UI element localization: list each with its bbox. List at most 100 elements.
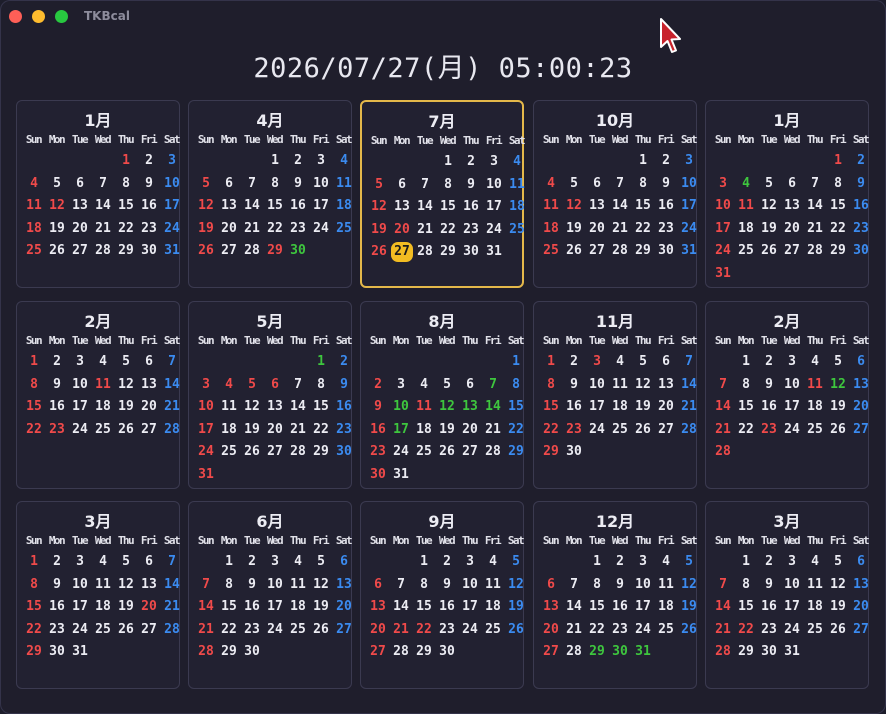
calendar-day[interactable]: 2 [758,352,780,372]
calendar-day[interactable]: 13 [138,575,160,595]
calendar-day[interactable]: 9 [333,375,355,395]
calendar-day[interactable]: 24 [678,219,700,239]
calendar-day[interactable]: 11 [482,575,504,595]
calendar-day[interactable]: 6 [264,375,286,395]
calendar-day[interactable]: 30 [367,465,389,485]
calendar-day[interactable]: 20 [781,219,803,239]
calendar-day[interactable]: 12 [310,575,332,595]
calendar-day[interactable]: 4 [609,352,631,372]
calendar-day[interactable]: 19 [758,219,780,239]
calendar-day[interactable]: 23 [138,219,160,239]
calendar-day[interactable]: 3 [310,151,332,171]
calendar-day[interactable]: 7 [712,575,734,595]
calendar-day[interactable]: 27 [333,620,355,640]
calendar-day[interactable]: 17 [310,196,332,216]
calendar-day[interactable]: 5 [632,352,654,372]
calendar-day[interactable]: 23 [333,420,355,440]
calendar-day[interactable]: 1 [23,552,45,572]
calendar-day[interactable]: 7 [241,174,263,194]
calendar-day[interactable]: 9 [287,174,309,194]
calendar-day[interactable]: 24 [459,620,481,640]
calendar-day[interactable]: 8 [310,375,332,395]
calendar-day[interactable]: 14 [678,375,700,395]
calendar-day[interactable]: 14 [482,397,504,417]
calendar-day[interactable]: 13 [586,196,608,216]
calendar-day[interactable]: 23 [563,420,585,440]
calendar-day[interactable]: 9 [460,175,482,195]
calendar-day[interactable]: 6 [367,575,389,595]
calendar-day[interactable]: 26 [195,241,217,261]
calendar-day[interactable]: 7 [92,174,114,194]
calendar-day[interactable]: 11 [218,397,240,417]
calendar-day[interactable]: 25 [333,219,355,239]
calendar-day[interactable]: 7 [482,375,504,395]
calendar-day[interactable]: 30 [241,642,263,662]
calendar-day[interactable]: 28 [563,642,585,662]
calendar-day[interactable]: 22 [310,420,332,440]
calendar-day[interactable]: 24 [712,241,734,261]
calendar-day[interactable]: 19 [563,219,585,239]
calendar-day[interactable]: 30 [138,241,160,261]
calendar-day[interactable]: 19 [195,219,217,239]
calendar-day[interactable]: 6 [850,552,872,572]
calendar-day[interactable]: 6 [781,174,803,194]
calendar-day[interactable]: 25 [92,620,114,640]
calendar-day[interactable]: 28 [609,241,631,261]
calendar-day[interactable]: 27 [586,241,608,261]
calendar-day[interactable]: 25 [804,620,826,640]
calendar-day[interactable]: 4 [413,375,435,395]
calendar-day[interactable]: 6 [850,352,872,372]
calendar-day[interactable]: 7 [287,375,309,395]
calendar-day[interactable]: 16 [367,420,389,440]
calendar-day[interactable]: 11 [413,397,435,417]
calendar-day[interactable]: 3 [781,352,803,372]
calendar-day[interactable]: 23 [46,620,68,640]
calendar-day[interactable]: 26 [368,242,390,262]
calendar-day[interactable]: 25 [655,620,677,640]
calendar-day[interactable]: 6 [459,375,481,395]
calendar-day[interactable]: 8 [437,175,459,195]
calendar-day[interactable]: 30 [563,442,585,462]
calendar-day[interactable]: 20 [138,597,160,617]
calendar-day[interactable]: 2 [850,151,872,171]
calendar-day[interactable]: 18 [287,597,309,617]
calendar-day[interactable]: 5 [368,175,390,195]
calendar-day[interactable]: 28 [804,241,826,261]
calendar-day[interactable]: 23 [460,220,482,240]
calendar-day[interactable]: 1 [218,552,240,572]
calendar-day[interactable]: 2 [436,552,458,572]
calendar-day[interactable]: 7 [414,175,436,195]
calendar-day[interactable]: 28 [241,241,263,261]
calendar-day[interactable]: 4 [92,552,114,572]
calendar-day[interactable]: 15 [735,397,757,417]
calendar-day[interactable]: 12 [563,196,585,216]
calendar-day[interactable]: 25 [482,620,504,640]
calendar-day[interactable]: 6 [586,174,608,194]
calendar-day[interactable]: 22 [115,219,137,239]
calendar-day[interactable]: 29 [632,241,654,261]
calendar-day[interactable]: 31 [712,264,734,284]
calendar-day[interactable]: 17 [69,397,91,417]
calendar-day[interactable]: 21 [712,620,734,640]
calendar-day[interactable]: 18 [540,219,562,239]
calendar-day[interactable]: 5 [436,375,458,395]
calendar-day[interactable]: 12 [758,196,780,216]
calendar-day[interactable]: 31 [781,642,803,662]
calendar-day[interactable]: 15 [23,397,45,417]
calendar-day[interactable]: 9 [758,375,780,395]
calendar-day[interactable]: 31 [195,465,217,485]
calendar-day[interactable]: 13 [391,197,413,217]
calendar-day[interactable]: 5 [827,352,849,372]
calendar-day[interactable]: 9 [46,575,68,595]
calendar-day[interactable]: 16 [287,196,309,216]
calendar-day[interactable]: 23 [46,420,68,440]
calendar-day[interactable]: 6 [138,352,160,372]
calendar-day[interactable]: 5 [46,174,68,194]
calendar-day[interactable]: 27 [69,241,91,261]
calendar-day[interactable]: 26 [505,620,527,640]
calendar-day[interactable]: 22 [437,220,459,240]
calendar-day[interactable]: 13 [367,597,389,617]
calendar-day[interactable]: 2 [655,151,677,171]
calendar-day[interactable]: 14 [712,397,734,417]
calendar-day[interactable]: 27 [218,241,240,261]
